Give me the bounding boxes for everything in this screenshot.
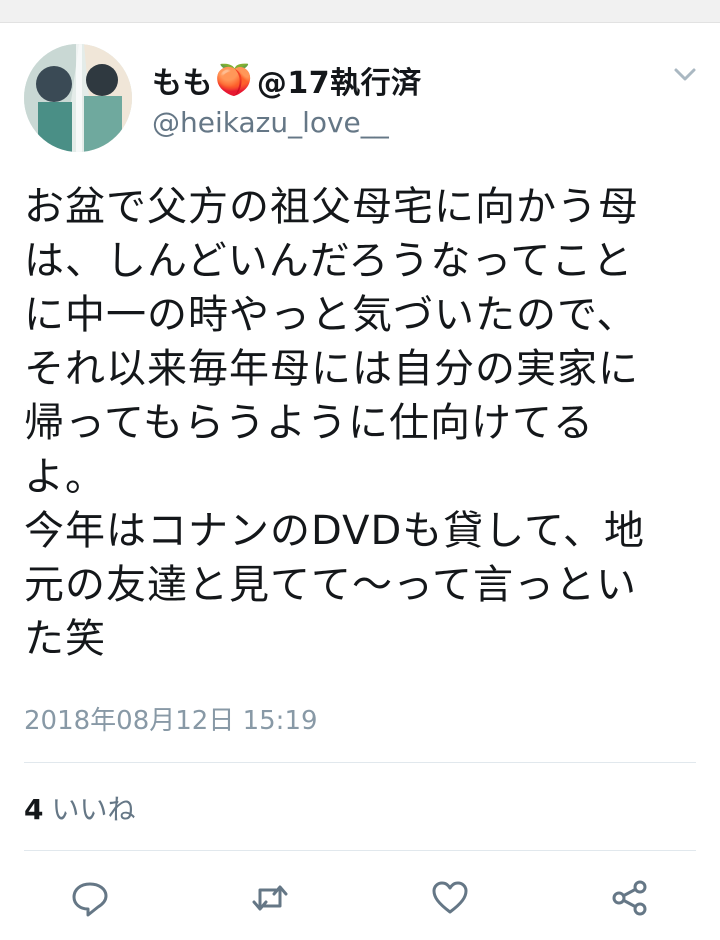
tweet-text: お盆で父方の祖父母宅に向かう母 は、しんどいんだろうなってこと に中一の時やっと… xyxy=(24,184,646,662)
divider-top xyxy=(24,762,696,763)
chevron-down-icon[interactable] xyxy=(672,64,698,84)
peach-emoji: 🍑 xyxy=(215,62,253,98)
likes-count: 4 xyxy=(24,793,44,826)
display-name: もも xyxy=(152,66,213,101)
retweet-button[interactable] xyxy=(248,876,292,920)
display-name-row[interactable]: もも 🍑 @17執行済 xyxy=(152,58,422,102)
reply-button[interactable] xyxy=(68,876,112,920)
share-icon xyxy=(612,880,647,916)
reply-icon xyxy=(72,882,108,917)
tweet-timestamp: 2018年08月12日 15:19 xyxy=(24,706,318,736)
heart-icon xyxy=(432,881,468,914)
user-handle[interactable]: @heikazu_love__ xyxy=(152,106,389,139)
avatar[interactable] xyxy=(24,44,132,152)
likes-label: いいね xyxy=(51,793,136,826)
likes-stat[interactable]: 4 いいね xyxy=(24,788,136,828)
top-bar xyxy=(0,0,720,23)
divider-bottom xyxy=(24,850,696,851)
display-name-suffix: @17執行済 xyxy=(256,66,422,101)
retweet-icon xyxy=(252,885,288,911)
share-button[interactable] xyxy=(608,876,652,920)
like-button[interactable] xyxy=(428,876,472,920)
